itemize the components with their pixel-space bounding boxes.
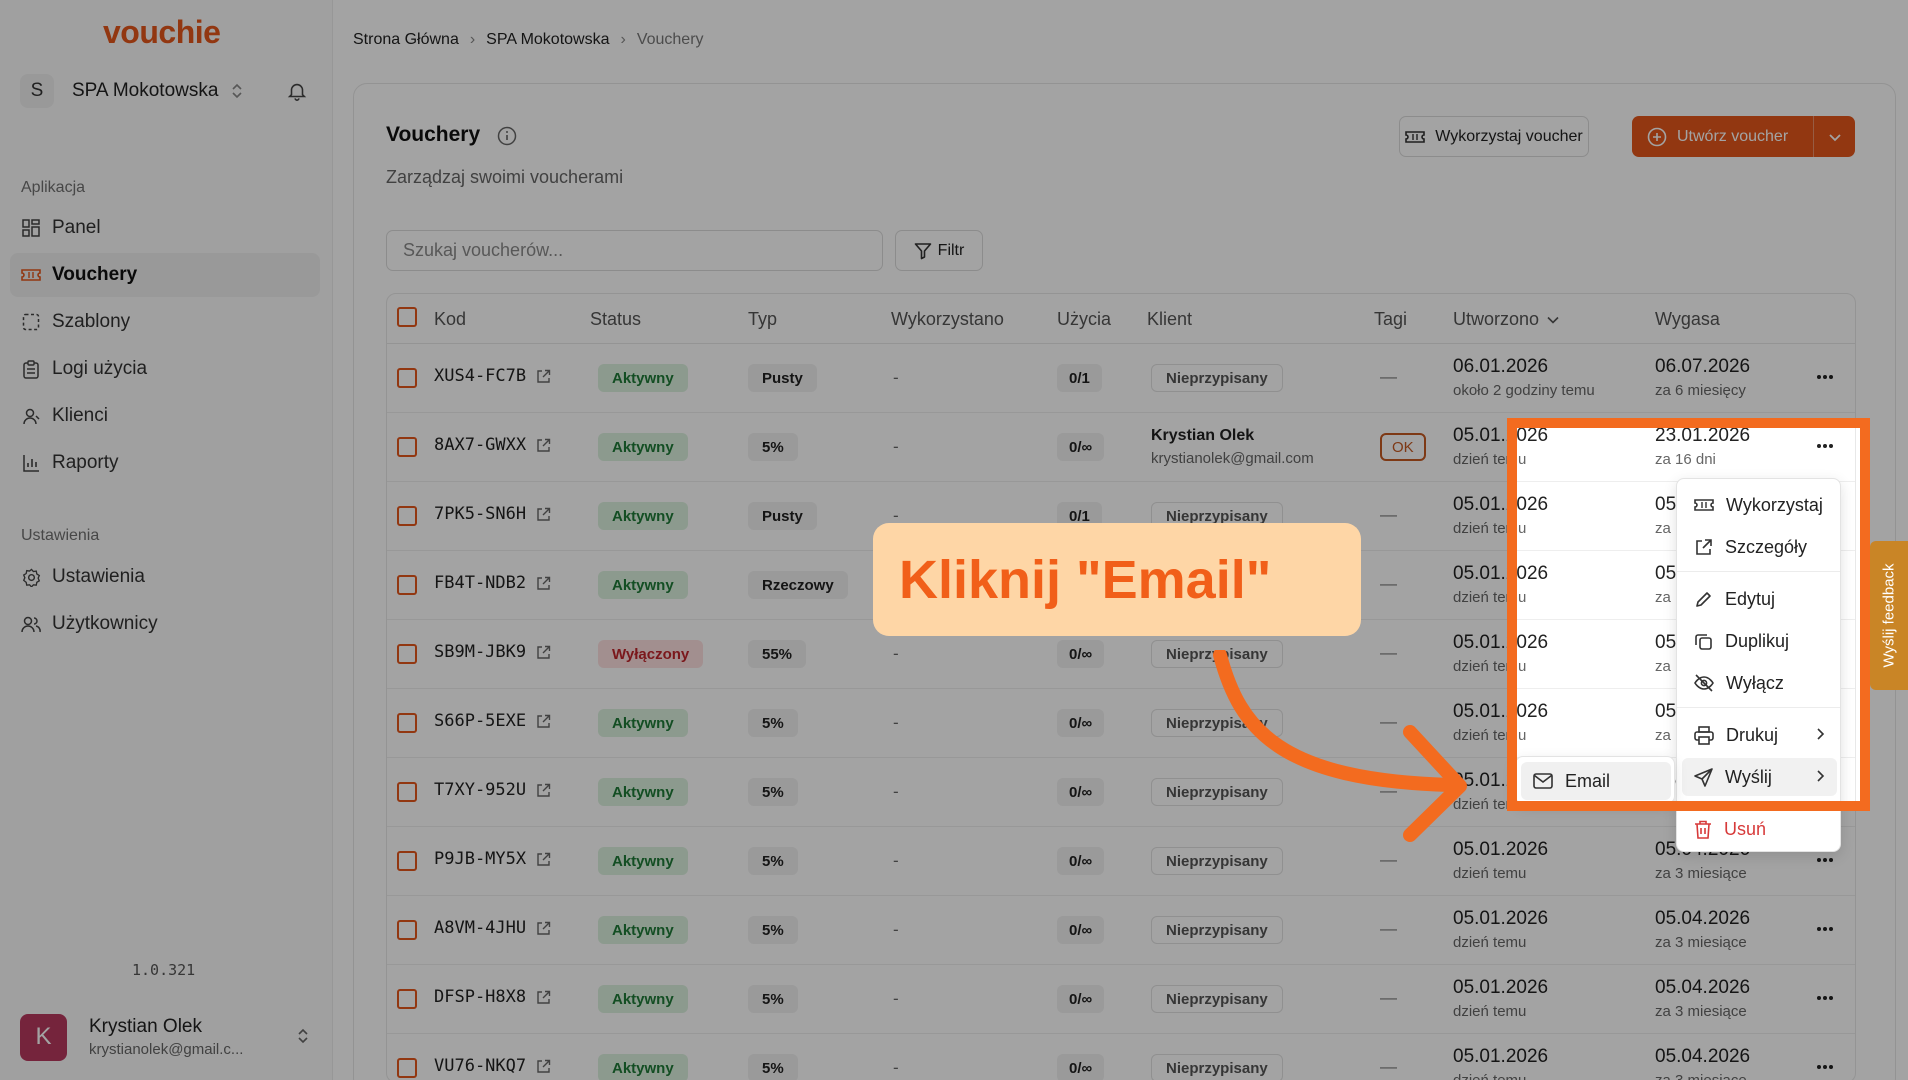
menu-item-label: Usuń (1724, 818, 1767, 839)
highlight-frame (1507, 418, 1870, 811)
feedback-tab-label: Wyślij feedback (1880, 563, 1898, 668)
trash-icon (1695, 820, 1711, 839)
tutorial-callout: Kliknij "Email" (873, 523, 1361, 636)
tutorial-arrow-icon (1213, 650, 1467, 842)
menu-item-delete[interactable]: Usuń (1682, 810, 1837, 848)
feedback-tab[interactable]: Wyślij feedback (1870, 541, 1908, 690)
